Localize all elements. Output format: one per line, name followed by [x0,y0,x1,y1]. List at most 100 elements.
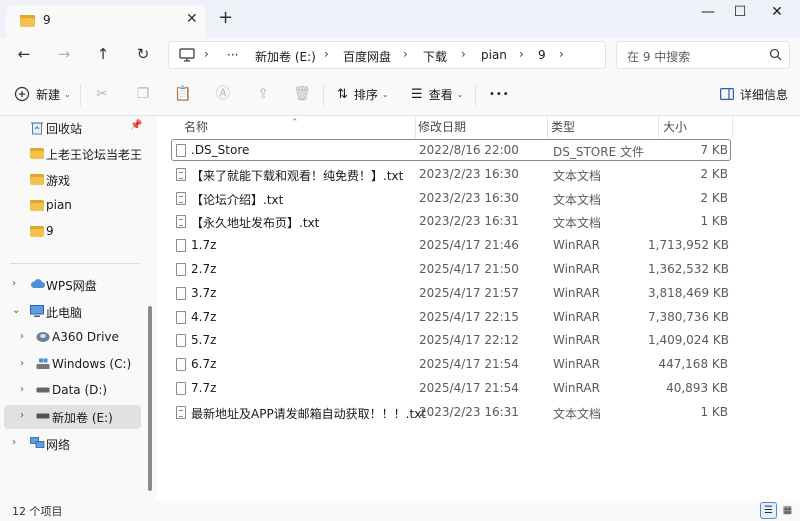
chevron-right-icon[interactable]: › [519,47,524,61]
chevron-right-icon[interactable]: › [20,410,24,421]
close-tab-icon[interactable]: ✕ [186,11,198,27]
table-row[interactable]: 7.7z 2025/4/17 21:54 WinRAR 40,893 KB [171,377,731,399]
table-row[interactable]: 【论坛介绍】.txt 2023/2/23 16:30 文本文档 2 KB [171,187,731,209]
paste-icon[interactable]: 📋 [174,85,192,103]
table-row[interactable]: 6.7z 2025/4/17 21:54 WinRAR 447,168 KB [171,353,731,375]
chevron-right-icon[interactable]: › [461,47,466,61]
share-icon[interactable]: ⇪ [254,85,272,103]
file-size: 1,713,952 KB [648,238,729,253]
more-options-button[interactable]: ••• [489,84,510,104]
table-row[interactable]: 5.7z 2025/4/17 22:12 WinRAR 1,409,024 KB [171,329,731,351]
chevron-right-icon[interactable]: › [12,278,16,289]
chevron-right-icon[interactable]: › [403,47,408,61]
table-row[interactable]: 【来了就能下载和观看！纯免费！】.txt 2023/2/23 16:30 文本文档 2… [171,163,731,185]
breadcrumb-item[interactable]: 新加卷 (E:) [255,48,316,65]
sidebar-item-label: 9 [46,224,54,238]
file-size: 447,168 KB [658,357,728,372]
table-row[interactable]: 【永久地址发布页】.txt 2023/2/23 16:31 文本文档 1 KB [171,210,731,232]
maximize-button[interactable]: ☐ [725,4,755,24]
sidebar-item-recycle-bin[interactable]: 回收站 📌 [4,116,142,140]
sidebar-item-data-d[interactable]: › Data (D:) [4,379,141,403]
table-row[interactable]: 1.7z 2025/4/17 21:46 WinRAR 1,713,952 KB [171,234,731,256]
chevron-down-icon: ⌄ [64,89,71,99]
sidebar-item-wps-cloud[interactable]: › WPS网盘 [4,273,141,297]
table-row[interactable]: 3.7z 2025/4/17 21:57 WinRAR 3,818,469 KB [171,282,731,304]
column-header-date[interactable]: 修改日期 [416,116,549,138]
new-tab-button[interactable]: + [218,8,233,28]
up-button[interactable]: ↑ [93,44,113,64]
delete-icon[interactable]: 🗑 [293,85,311,103]
table-row[interactable]: .DS_Store 2022/8/16 22:00 DS_STORE 文件 7 KB [171,139,731,161]
search-input[interactable]: 在 9 中搜索 [616,41,790,69]
file-date: 2023/2/23 16:30 [419,166,519,181]
sidebar-divider [10,263,140,264]
details-view-button[interactable]: ☰ [760,502,777,519]
file-size: 1 KB [700,214,728,229]
column-header-type[interactable]: 类型 [548,116,658,138]
address-bar[interactable]: › ··· 新加卷 (E:) › 百度网盘 › 下载 › pian › 9 › [168,41,606,69]
column-divider[interactable] [732,116,733,138]
text-file-icon [176,405,186,419]
scrollbar-thumb[interactable] [148,306,152,491]
sidebar-item-a360-drive[interactable]: › A360 Drive [4,326,141,350]
file-date: 2025/4/17 22:12 [419,333,519,348]
sidebar-item-this-pc[interactable]: ⌄ 此电脑 [4,300,141,324]
table-row[interactable]: 2.7z 2025/4/17 21:50 WinRAR 1,362,532 KB [171,258,731,280]
chevron-right-icon[interactable]: › [204,47,209,61]
tiles-view-button[interactable]: ▦ [779,502,796,519]
back-button[interactable]: ← [14,44,34,64]
column-header-name[interactable]: 名称 ⌃ [157,116,415,138]
view-button[interactable]: ☰ 查看 ⌄ [411,84,463,104]
file-name: 5.7z [191,333,217,348]
sidebar-item-new-volume-e[interactable]: › 新加卷 (E:) [4,405,141,429]
details-pane-button[interactable]: 详细信息 [720,84,788,104]
sidebar-item-folder[interactable]: 上老王论坛当老王 [4,142,142,166]
address-more[interactable]: ··· [227,48,238,62]
file-date: 2025/4/17 21:50 [419,262,519,276]
sidebar-item-label: 新加卷 (E:) [52,411,113,425]
breadcrumb-item[interactable]: 9 [538,48,546,62]
chevron-right-icon[interactable]: › [559,47,564,61]
rename-icon[interactable]: Ⓐ [214,85,232,103]
chevron-right-icon[interactable]: › [20,331,24,342]
navigation-pane: 回收站 📌 上老王论坛当老王 游戏 pian 9 › WPS网盘 ⌄ 此电脑 ›… [0,116,145,501]
pin-icon[interactable]: 📌 [130,120,142,131]
sidebar-item-label: 游戏 [46,174,71,188]
chevron-right-icon[interactable]: › [20,384,24,395]
sidebar-item-folder[interactable]: 游戏 [4,168,141,192]
sidebar-item-folder[interactable]: pian [4,194,141,218]
close-window-button[interactable]: ✕ [762,4,792,24]
column-type-label: 类型 [551,120,576,134]
sidebar-item-network[interactable]: › 网络 [4,432,141,456]
sidebar-scrollbar[interactable] [145,116,157,501]
file-date: 2025/4/17 21:54 [419,357,519,372]
text-file-icon [176,191,186,205]
minimize-button[interactable]: — [693,4,723,24]
file-size: 2 KB [700,166,728,181]
file-type: 文本文档 [553,168,602,183]
breadcrumb-item[interactable]: 下载 [423,48,447,65]
chevron-right-icon[interactable]: › [20,358,24,369]
forward-button[interactable]: → [54,44,74,64]
table-row[interactable]: 最新地址及APP请发邮箱自动获取！！！.txt 2023/2/23 16:31 文本… [171,401,731,423]
view-lines-icon: ☰ [411,86,423,102]
file-date: 2025/4/17 21:54 [419,381,519,395]
table-row[interactable]: 4.7z 2025/4/17 22:15 WinRAR 7,380,736 KB [171,306,731,328]
chevron-right-icon[interactable]: › [12,437,16,448]
tab-current[interactable]: 9 ✕ [6,5,206,38]
cut-icon[interactable]: ✂ [93,85,111,103]
breadcrumb-item[interactable]: pian [481,48,507,62]
sidebar-item-windows-c[interactable]: › Windows (C:) [4,353,141,377]
breadcrumb-item[interactable]: 百度网盘 [343,48,391,65]
refresh-button[interactable]: ↻ [133,44,153,64]
column-name-label: 名称 [184,120,209,134]
sort-button[interactable]: ⇅ 排序 ⌄ [337,84,389,104]
chevron-right-icon[interactable]: › [324,47,329,61]
sidebar-item-folder[interactable]: 9 [4,220,141,244]
chevron-down-icon[interactable]: ⌄ [12,305,20,316]
folder-icon [30,226,44,237]
column-header-size[interactable]: 大小 [659,116,731,138]
copy-icon[interactable]: ❐ [134,85,152,103]
sidebar-item-label: A360 Drive [52,330,119,344]
new-button[interactable]: 新建 ⌄ [14,84,71,104]
